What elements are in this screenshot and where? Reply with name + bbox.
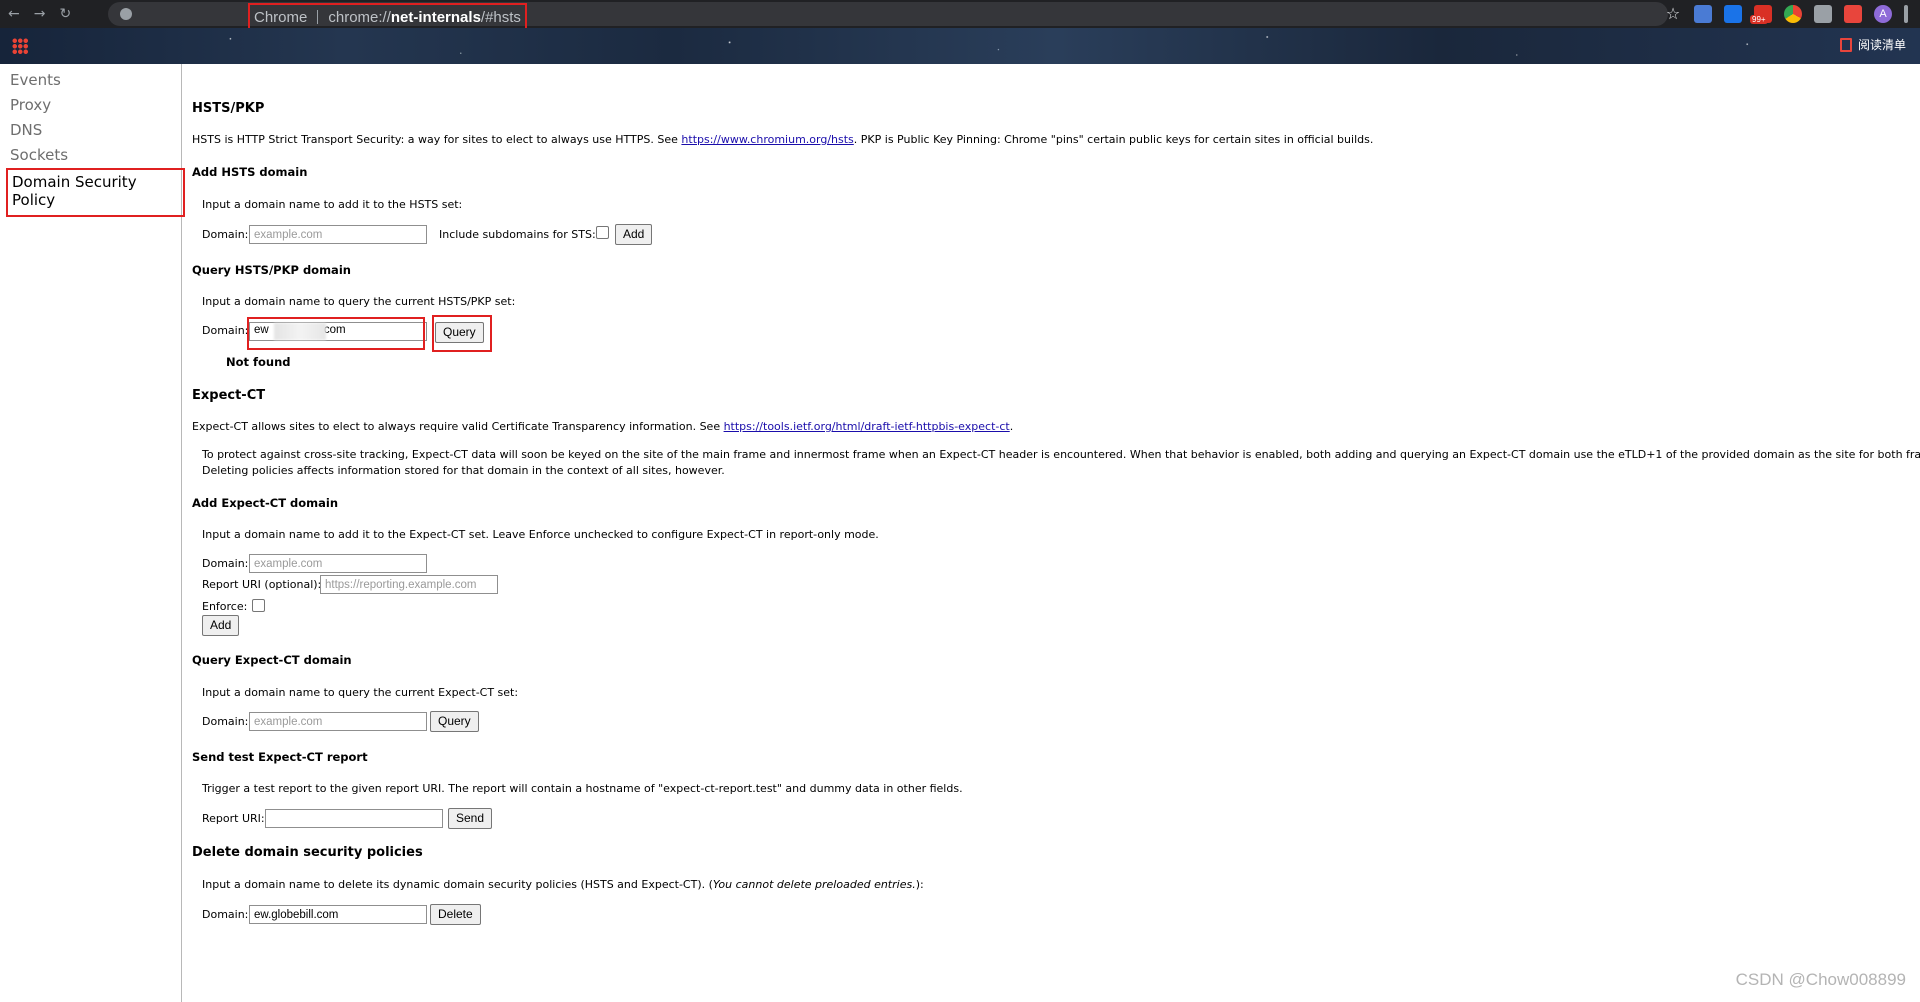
- sidebar-item-sockets[interactable]: Sockets: [10, 146, 68, 164]
- forward-icon[interactable]: →: [34, 6, 46, 22]
- query-hsts-button[interactable]: Query: [435, 322, 484, 343]
- reading-list-label: 阅读清单: [1857, 38, 1906, 52]
- enforce-checkbox[interactable]: [252, 599, 265, 612]
- query-hsts-title: Query HSTS/PKP domain: [192, 263, 351, 277]
- browser-toolbar: ← → ↻ Chrome chrome://net-internals/#hst…: [0, 0, 1920, 31]
- net-internals-sidebar: Events Proxy DNS Sockets Domain Security…: [0, 64, 185, 1002]
- kebab-menu-icon[interactable]: [1904, 5, 1908, 23]
- delete-policies-title: Delete domain security policies: [192, 845, 423, 860]
- test-report-title: Send test Expect-CT report: [192, 750, 368, 764]
- query-expect-ct-domain-label: Domain:: [202, 715, 249, 728]
- sidebar-item-domain-security-policy[interactable]: Domain Security Policy: [6, 168, 185, 217]
- expect-ct-intro: Expect-CT allows sites to elect to alway…: [192, 420, 1014, 433]
- puzzle-extensions-icon[interactable]: [1844, 5, 1862, 23]
- query-expect-ct-button[interactable]: Query: [430, 711, 479, 732]
- hsts-intro: HSTS is HTTP Strict Transport Security: …: [192, 133, 1374, 146]
- delete-domain-input[interactable]: [249, 905, 427, 924]
- query-hsts-desc: Input a domain name to query the current…: [202, 295, 516, 308]
- expect-ct-link[interactable]: https://tools.ietf.org/html/draft-ietf-h…: [724, 420, 1010, 433]
- reload-icon[interactable]: ↻: [59, 6, 71, 22]
- query-hsts-result: Not found: [226, 355, 291, 369]
- test-report-desc: Trigger a test report to the given repor…: [202, 782, 963, 795]
- bookmark-star-icon[interactable]: ☆: [1664, 5, 1682, 23]
- add-expect-ct-domain-label: Domain:: [202, 557, 249, 570]
- extension-icons: ☆ 99+ A: [1664, 5, 1908, 24]
- apps-grid-icon[interactable]: [12, 38, 28, 54]
- delete-button[interactable]: Delete: [430, 904, 481, 925]
- translate-extension-icon[interactable]: [1694, 5, 1712, 23]
- url-highlight-box[interactable]: Chrome chrome://net-internals/#hsts: [248, 3, 527, 31]
- send-test-report-button[interactable]: Send: [448, 808, 493, 829]
- profile-avatar[interactable]: A: [1874, 5, 1892, 23]
- nav-buttons: ← → ↻: [8, 6, 71, 22]
- add-hsts-title: Add HSTS domain: [192, 165, 308, 179]
- notification-extension-icon[interactable]: 99+: [1750, 5, 1772, 24]
- reading-list-button[interactable]: 阅读清单: [1839, 36, 1906, 53]
- expect-ct-title: Expect-CT: [192, 388, 266, 403]
- test-report-uri-label: Report URI:: [202, 812, 265, 825]
- report-uri-optional-label: Report URI (optional):: [202, 578, 322, 591]
- chrome-extension-icon[interactable]: [1784, 5, 1802, 23]
- expect-ct-notice-line1: To protect against cross-site tracking, …: [202, 448, 1920, 461]
- query-expect-ct-title: Query Expect-CT domain: [192, 653, 352, 667]
- add-expect-ct-domain-input[interactable]: [249, 554, 427, 573]
- query-hsts-domain-label: Domain:: [202, 324, 249, 337]
- add-expect-ct-button[interactable]: Add: [202, 615, 240, 636]
- hsts-title: HSTS/PKP: [192, 101, 265, 116]
- back-icon[interactable]: ←: [8, 6, 20, 22]
- omnibox-url: chrome://net-internals/#hsts: [328, 8, 521, 26]
- omnibox-separator: [317, 10, 319, 24]
- enforce-label: Enforce:: [202, 600, 248, 613]
- hsts-link[interactable]: https://www.chromium.org/hsts: [681, 133, 853, 146]
- add-hsts-desc: Input a domain name to add it to the HST…: [202, 198, 463, 211]
- document-extension-icon[interactable]: [1814, 5, 1832, 23]
- include-subdomains-label: Include subdomains for STS:: [439, 228, 596, 241]
- notification-badge: 99+: [1750, 15, 1768, 24]
- watermark: CSDN @Chow008899: [1735, 970, 1906, 989]
- add-hsts-domain-input[interactable]: [249, 225, 427, 244]
- sidebar-item-events[interactable]: Events: [10, 71, 61, 89]
- sidebar-item-dns[interactable]: DNS: [10, 121, 42, 139]
- delete-domain-label: Domain:: [202, 908, 249, 921]
- redacted-domain-blur: [274, 323, 326, 340]
- sidebar-item-proxy[interactable]: Proxy: [10, 96, 51, 114]
- bookmarks-bar: 阅读清单: [0, 28, 1920, 64]
- main-content: HSTS/PKP HSTS is HTTP Strict Transport S…: [192, 64, 1920, 1002]
- add-expect-ct-desc: Input a domain name to add it to the Exp…: [202, 528, 879, 541]
- check-extension-icon[interactable]: [1724, 5, 1742, 23]
- include-subdomains-checkbox[interactable]: [596, 226, 609, 239]
- test-report-uri-input[interactable]: [265, 809, 443, 828]
- add-hsts-button[interactable]: Add: [615, 224, 653, 245]
- query-expect-ct-desc: Input a domain name to query the current…: [202, 686, 519, 699]
- address-bar[interactable]: Chrome chrome://net-internals/#hsts: [108, 2, 1668, 31]
- omnibox-origin: Chrome: [254, 8, 308, 26]
- report-uri-optional-input[interactable]: [320, 575, 498, 594]
- query-expect-ct-domain-input[interactable]: [249, 712, 427, 731]
- delete-policies-desc: Input a domain name to delete its dynami…: [202, 878, 924, 891]
- add-expect-ct-title: Add Expect-CT domain: [192, 496, 339, 510]
- expect-ct-notice-line2: Deleting policies affects information st…: [202, 464, 725, 477]
- reading-list-icon: [1839, 37, 1852, 52]
- add-hsts-domain-label: Domain:: [202, 228, 249, 241]
- site-info-icon[interactable]: [120, 8, 132, 20]
